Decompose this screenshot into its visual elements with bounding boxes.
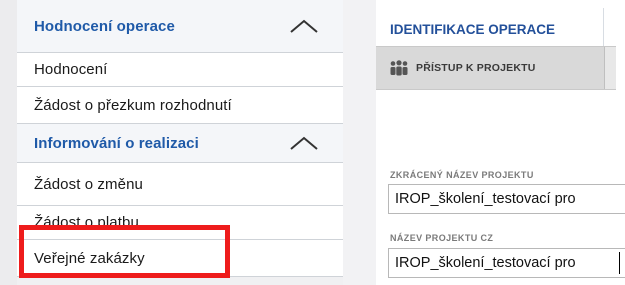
field-value: IROP_školení_testovací pro — [395, 255, 576, 271]
tab-pristup-k-projektu[interactable]: PŘÍSTUP K PROJEKTU — [376, 47, 605, 89]
chevron-up-icon[interactable] — [289, 18, 319, 34]
chevron-up-icon[interactable] — [289, 135, 319, 151]
people-icon — [390, 60, 408, 76]
sidebar-item-label: Hodnocení — [34, 61, 108, 78]
sidebar-item-hodnoceni[interactable]: Hodnocení — [17, 53, 343, 87]
field-value: IROP_školení_testovací pro — [395, 191, 576, 207]
nazev-projektu-cz-input[interactable]: IROP_školení_testovací pro — [388, 248, 625, 278]
sidebar-section-label: Hodnocení operace — [34, 17, 175, 35]
field-label-nazev-cz: NÁZEV PROJEKTU CZ — [390, 233, 494, 243]
sidebar-section-informovani[interactable]: Informování o realizaci — [17, 124, 343, 163]
sidebar-section-label: Informování o realizaci — [34, 134, 199, 152]
header-divider — [603, 8, 604, 46]
page-title: IDENTIFIKACE OPERACE — [390, 22, 556, 37]
sidebar-item-label: Žádost o přezkum rozhodnutí — [34, 96, 232, 114]
sidebar-scroll-gutter — [343, 0, 376, 285]
sidebar-item-label: Žádost o změnu — [34, 175, 143, 193]
main-panel: IDENTIFIKACE OPERACE PŘÍSTUP K PROJEKTU … — [376, 0, 625, 285]
sidebar-gutter — [0, 0, 17, 285]
tab-bar: PŘÍSTUP K PROJEKTU — [376, 46, 616, 90]
tab-label: PŘÍSTUP K PROJEKTU — [416, 62, 536, 74]
field-label-zkraceny-nazev: ZKRÁCENÝ NÁZEV PROJEKTU — [390, 170, 534, 180]
highlight-box — [19, 225, 230, 278]
zkraceny-nazev-input[interactable]: IROP_školení_testovací pro — [388, 184, 625, 214]
text-cursor — [619, 252, 620, 274]
sidebar-item-zadost-o-prezkum[interactable]: Žádost o přezkum rozhodnutí — [17, 87, 343, 124]
sidebar-section-hodnoceni-operace[interactable]: Hodnocení operace — [17, 0, 343, 53]
sidebar-item-zadost-o-zmenu[interactable]: Žádost o změnu — [17, 163, 343, 206]
